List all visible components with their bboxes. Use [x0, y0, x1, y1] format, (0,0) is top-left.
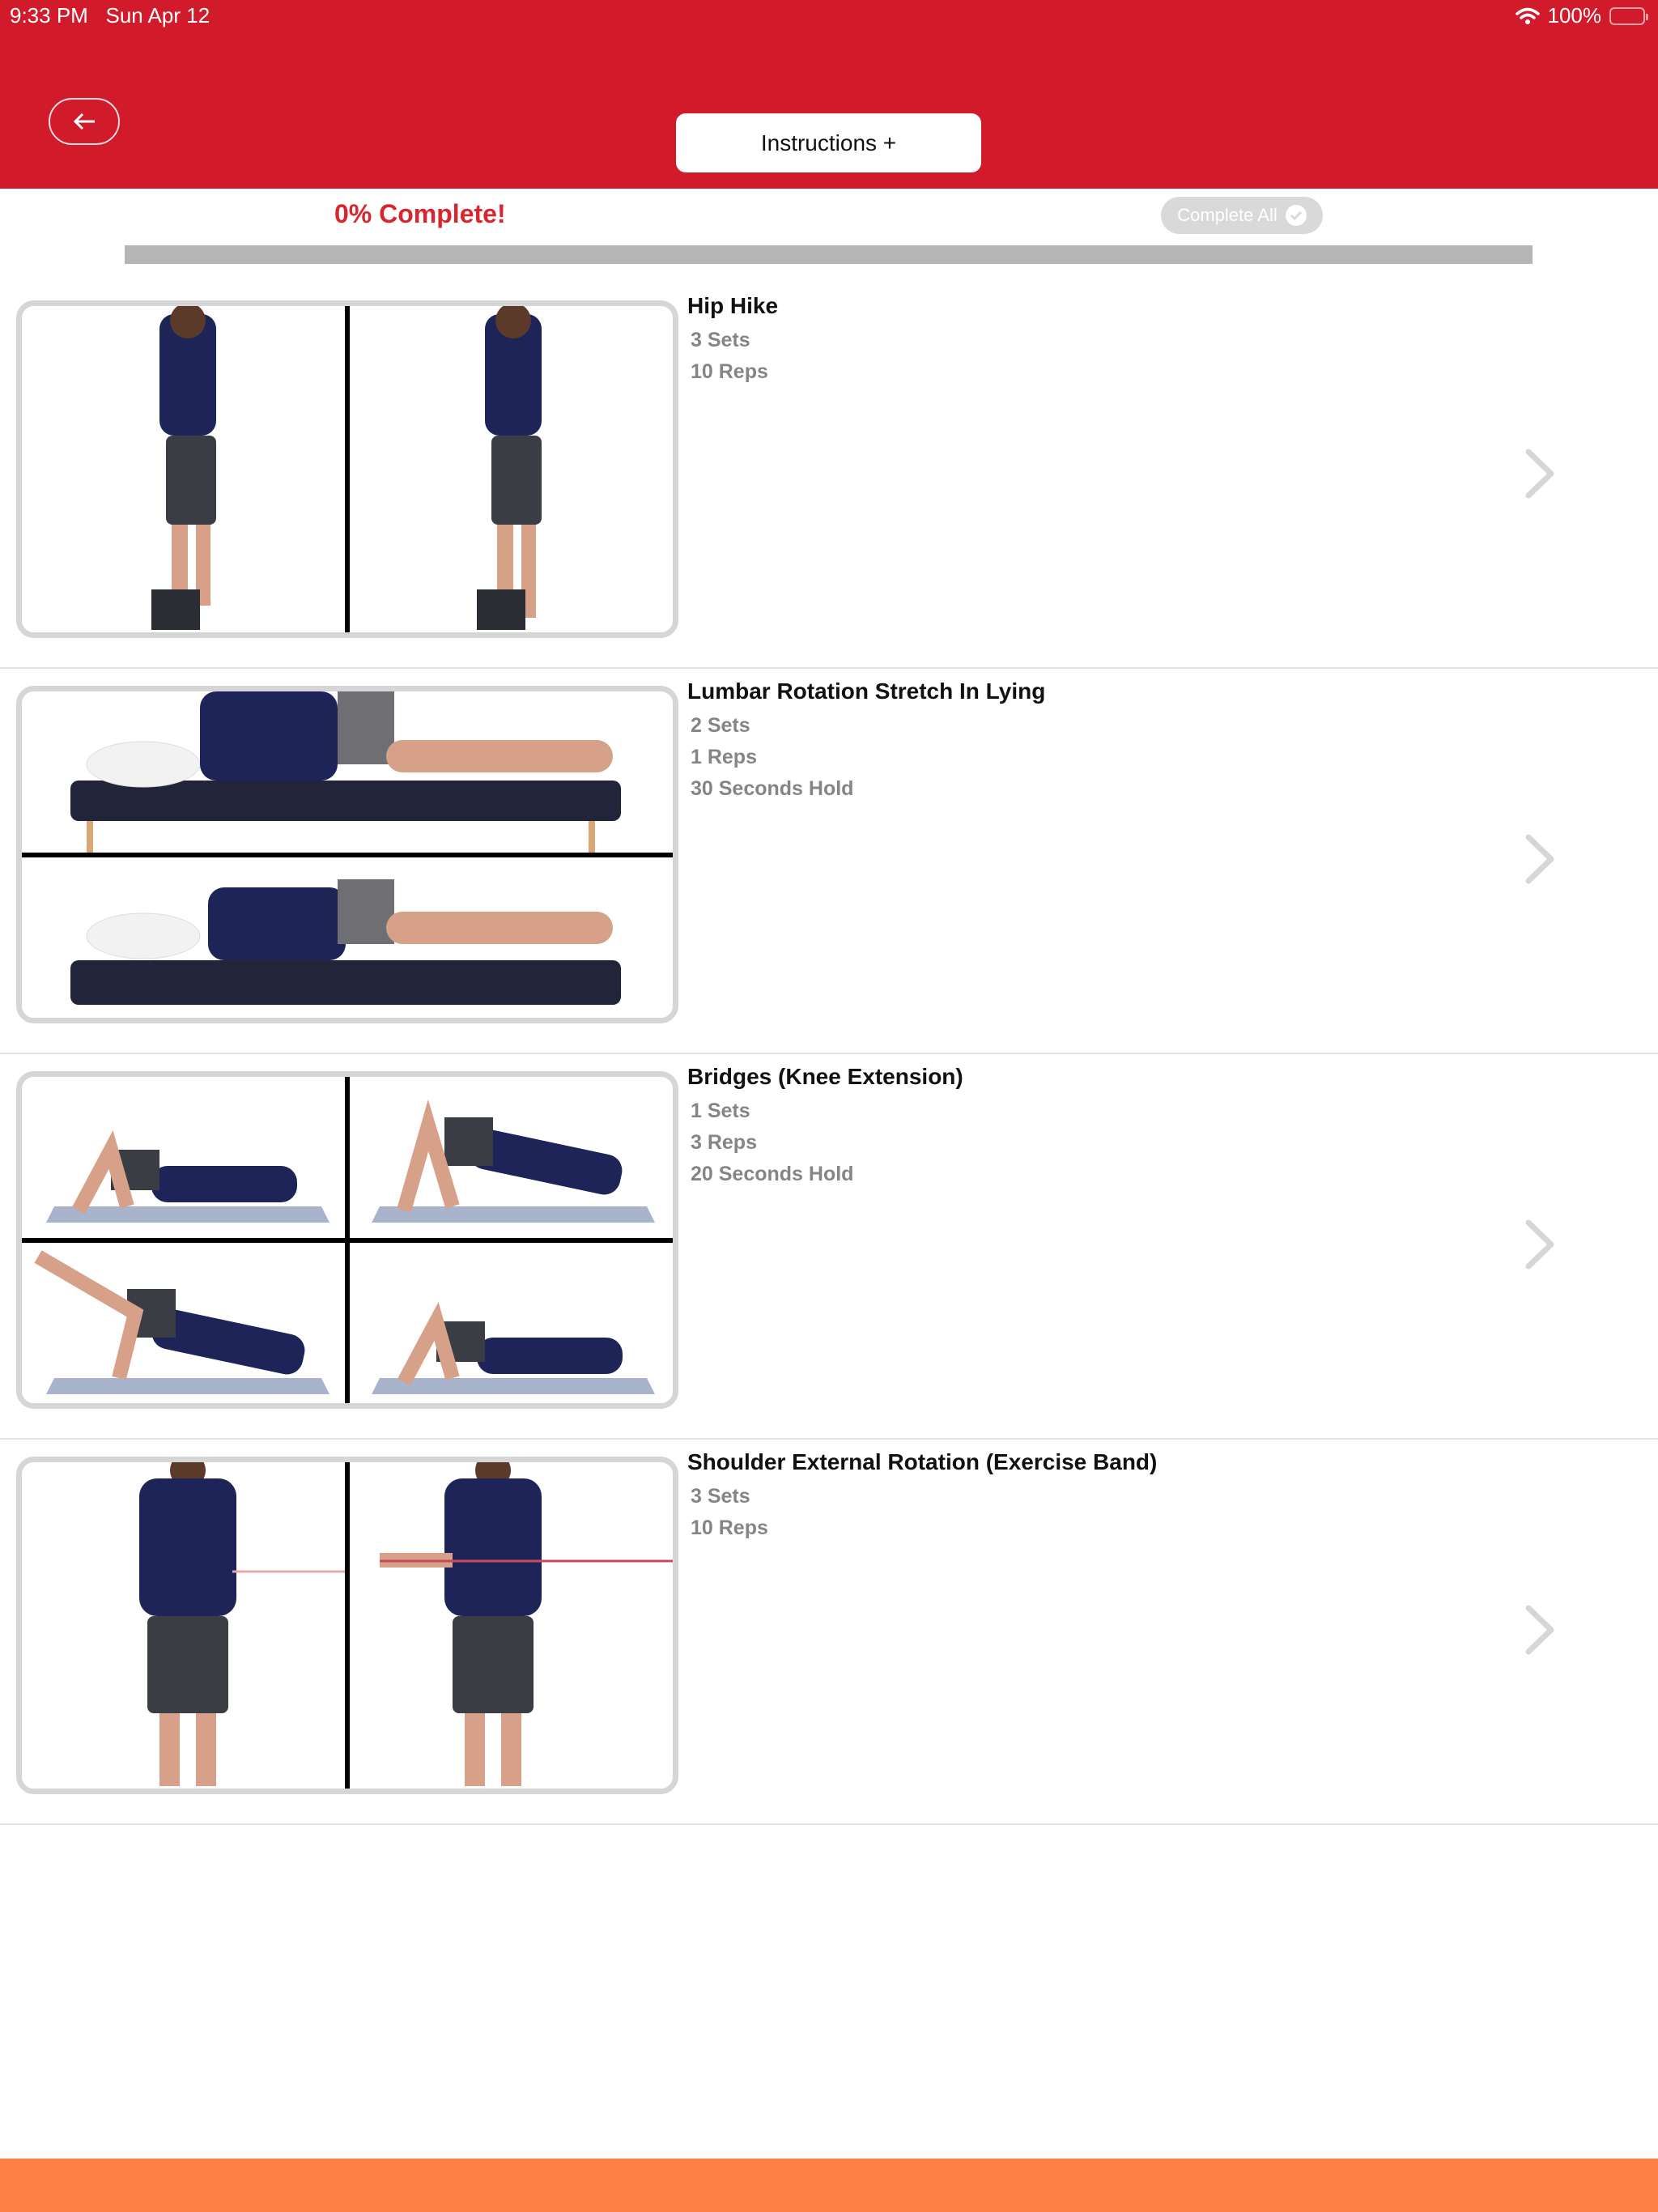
image-divider: [22, 1237, 673, 1243]
image-panel: [22, 1240, 347, 1403]
exercise-detail: 2 Sets: [691, 714, 750, 737]
exercise-detail: 1 Reps: [691, 746, 757, 768]
exercise-detail: 10 Reps: [691, 1516, 768, 1539]
back-button[interactable]: [49, 98, 120, 145]
arrow-left-icon: [72, 112, 96, 131]
complete-all-button[interactable]: Complete All: [1161, 197, 1323, 234]
exercise-detail: 10 Reps: [691, 360, 768, 383]
exercise-title: Lumbar Rotation Stretch In Lying: [687, 678, 1046, 704]
exercise-detail: 3 Reps: [691, 1131, 757, 1154]
exercise-image: [16, 686, 678, 1023]
image-panel: [347, 1240, 673, 1403]
chevron-right-icon[interactable]: [1520, 1602, 1561, 1658]
status-indicators: 100%: [1515, 3, 1648, 28]
exercise-detail: 20 Seconds Hold: [691, 1163, 854, 1185]
exercise-image: [16, 1457, 678, 1794]
check-circle-icon: [1285, 205, 1307, 226]
image-panel: [22, 1077, 347, 1240]
chevron-right-icon[interactable]: [1520, 1216, 1561, 1273]
chevron-right-icon[interactable]: [1520, 831, 1561, 887]
image-panel: [347, 1077, 673, 1240]
image-panel: [22, 691, 673, 855]
battery-percent: 100%: [1547, 3, 1602, 28]
exercise-row[interactable]: Lumbar Rotation Stretch In Lying 2 Sets …: [0, 669, 1658, 1054]
progress-bar: [125, 245, 1533, 264]
exercise-title: Shoulder External Rotation (Exercise Ban…: [687, 1449, 1158, 1474]
exercise-detail: 30 Seconds Hold: [691, 777, 854, 800]
complete-all-label: Complete All: [1177, 205, 1278, 225]
image-panel: [347, 1462, 673, 1789]
image-divider: [345, 1462, 350, 1789]
exercise-detail: 3 Sets: [691, 329, 750, 351]
exercise-row[interactable]: Shoulder External Rotation (Exercise Ban…: [0, 1440, 1658, 1825]
exercise-image: [16, 1071, 678, 1409]
exercise-row[interactable]: Bridges (Knee Extension) 1 Sets 3 Reps 2…: [0, 1054, 1658, 1440]
wifi-icon: [1515, 7, 1540, 25]
progress-label: 0% Complete!: [334, 199, 506, 228]
image-divider: [345, 306, 350, 632]
exercise-detail: 3 Sets: [691, 1485, 750, 1508]
battery-icon: [1609, 6, 1648, 25]
exercise-row[interactable]: Hip Hike 3 Sets 10 Reps: [0, 283, 1658, 669]
chevron-right-icon[interactable]: [1520, 445, 1561, 502]
header-bar: 9:33 PM Sun Apr 12 100% Instructions +: [0, 0, 1658, 189]
exercise-title: Hip Hike: [687, 293, 779, 318]
exercise-detail: 1 Sets: [691, 1100, 750, 1122]
exercise-image: [16, 300, 678, 638]
status-time: 9:33 PM Sun Apr 12: [10, 3, 210, 28]
image-panel: [347, 306, 673, 632]
image-panel: [22, 854, 673, 1018]
image-panel: [22, 306, 347, 632]
exercise-title: Bridges (Knee Extension): [687, 1064, 963, 1089]
image-panel: [22, 1462, 347, 1789]
footer-bar: [0, 2159, 1658, 2212]
instructions-button[interactable]: Instructions +: [676, 113, 981, 172]
image-divider: [22, 852, 673, 857]
